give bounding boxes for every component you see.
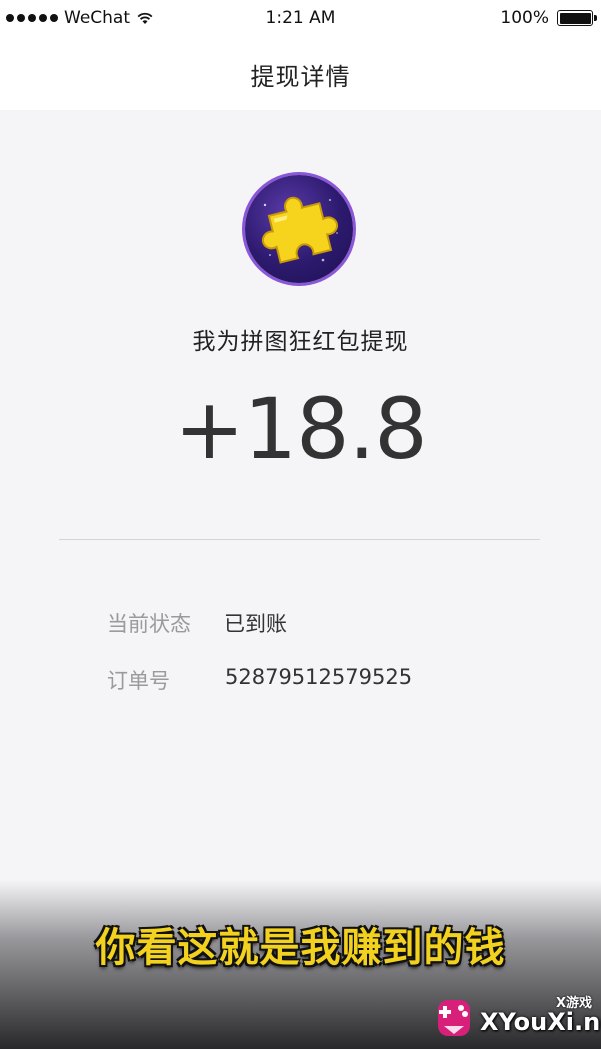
- status-label: 当前状态: [107, 612, 191, 636]
- divider: [59, 539, 540, 540]
- jigsaw-puzzle-icon: [245, 175, 353, 283]
- status-value: 已到账: [224, 612, 287, 636]
- withdrawal-title: 我为拼图狂红包提现: [192, 329, 409, 355]
- gamepad-logo-icon: [438, 1000, 470, 1036]
- battery-status: 100%: [500, 8, 597, 28]
- order-number-row: 订单号 52879512579525: [107, 665, 412, 695]
- video-subtitle: 你看这就是我赚到的钱: [95, 925, 506, 971]
- watermark-site: XYouXi.net: [480, 1008, 601, 1036]
- order-number-value: 52879512579525: [225, 665, 413, 689]
- navigation-bar: 提现详情: [0, 38, 601, 110]
- order-number-label: 订单号: [107, 669, 170, 693]
- battery-percent: 100%: [500, 8, 549, 28]
- withdrawal-amount: +18.8: [174, 380, 427, 478]
- battery-icon: [557, 10, 597, 26]
- page-title: 提现详情: [250, 62, 351, 91]
- status-row: 当前状态 已到账: [107, 608, 287, 638]
- status-bar: WeChat 1:21 AM 100%: [0, 0, 601, 38]
